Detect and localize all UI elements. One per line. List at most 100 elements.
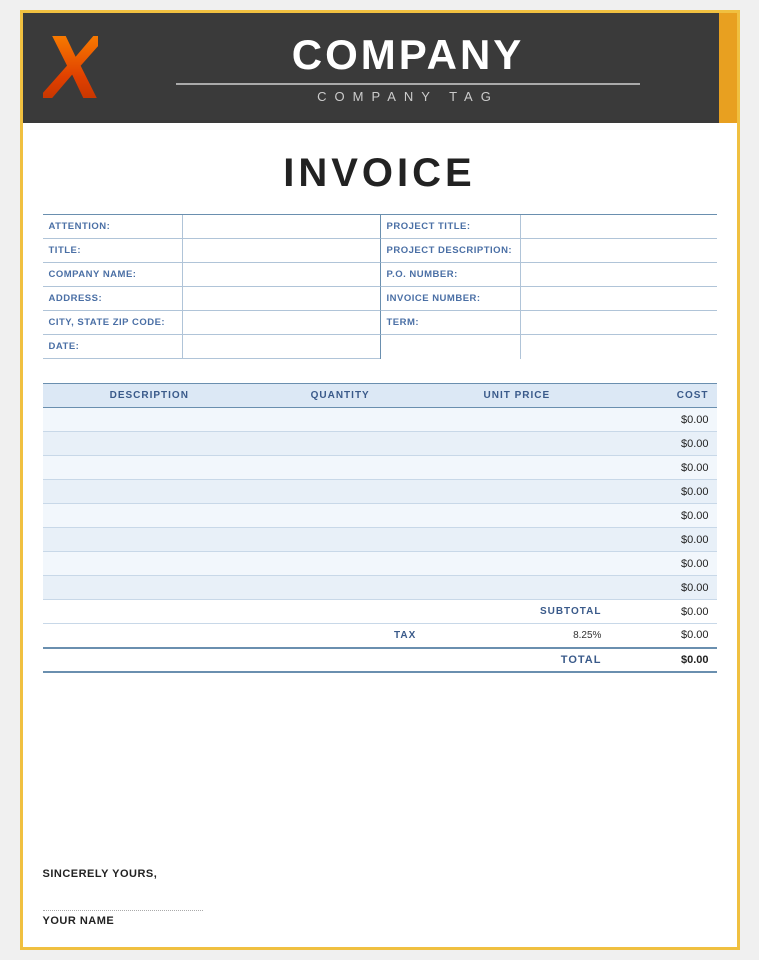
qty-8[interactable] (256, 576, 424, 600)
price-7[interactable] (424, 552, 609, 576)
price-1[interactable] (424, 408, 609, 432)
tax-label: TAX (256, 624, 424, 648)
qty-2[interactable] (256, 432, 424, 456)
table-row: $0.00 (43, 480, 717, 504)
desc-5[interactable] (43, 504, 257, 528)
company-name-label: COMPANY NAME: (43, 263, 183, 286)
invoice-num-value[interactable] (521, 287, 717, 310)
info-row-company-name: COMPANY NAME: (43, 263, 380, 287)
cost-8: $0.00 (609, 576, 716, 600)
header-accent (719, 13, 737, 123)
table-row: $0.00 (43, 504, 717, 528)
desc-3[interactable] (43, 456, 257, 480)
total-value: $0.00 (609, 648, 716, 672)
qty-1[interactable] (256, 408, 424, 432)
table-row: $0.00 (43, 552, 717, 576)
date-value[interactable] (183, 335, 380, 358)
project-title-label: PROJECT TITLE: (381, 215, 521, 238)
term-value[interactable] (521, 311, 717, 334)
total-row: TOTAL $0.00 (43, 648, 717, 672)
project-title-value[interactable] (521, 215, 717, 238)
company-info: COMPANY COMPANY TAG (98, 32, 699, 103)
cost-7: $0.00 (609, 552, 716, 576)
price-4[interactable] (424, 480, 609, 504)
table-row: $0.00 (43, 576, 717, 600)
qty-7[interactable] (256, 552, 424, 576)
sincerely-text: SINCERELY YOURS, (43, 868, 717, 880)
table-row: $0.00 (43, 432, 717, 456)
invoice-page: X COMPANY COMPANY TAG INVOICE ATTENTION:… (20, 10, 740, 950)
info-col-left: ATTENTION: TITLE: COMPANY NAME: ADDRESS:… (43, 215, 380, 359)
subtotal-label: SUBTOTAL (424, 600, 609, 624)
invoice-title: INVOICE (43, 151, 717, 196)
cost-6: $0.00 (609, 528, 716, 552)
info-row-city: CITY, STATE ZIP CODE: (43, 311, 380, 335)
company-name-value[interactable] (183, 263, 380, 286)
po-value[interactable] (521, 263, 717, 286)
cost-1: $0.00 (609, 408, 716, 432)
table-row: $0.00 (43, 408, 717, 432)
desc-4[interactable] (43, 480, 257, 504)
logo-x-icon: X (43, 23, 98, 113)
company-name: COMPANY (118, 32, 699, 78)
info-row-project-desc: PROJECT DESCRIPTION: (380, 239, 717, 263)
empty-value (521, 335, 717, 359)
qty-5[interactable] (256, 504, 424, 528)
desc-7[interactable] (43, 552, 257, 576)
cost-2: $0.00 (609, 432, 716, 456)
tax-rate: 8.25% (424, 624, 609, 648)
desc-6[interactable] (43, 528, 257, 552)
info-row-invoice-num: INVOICE NUMBER: (380, 287, 717, 311)
col-description: DESCRIPTION (43, 384, 257, 408)
subtotal-empty (43, 600, 425, 624)
cost-5: $0.00 (609, 504, 716, 528)
desc-2[interactable] (43, 432, 257, 456)
title-value[interactable] (183, 239, 380, 262)
total-empty (43, 648, 425, 672)
desc-8[interactable] (43, 576, 257, 600)
attention-value[interactable] (183, 215, 380, 238)
your-name: YOUR NAME (43, 915, 717, 927)
empty-label (381, 335, 521, 359)
qty-4[interactable] (256, 480, 424, 504)
table-row: $0.00 (43, 528, 717, 552)
company-tag: COMPANY TAG (118, 89, 699, 104)
table-row: $0.00 (43, 456, 717, 480)
info-row-po: P.O. NUMBER: (380, 263, 717, 287)
invoice-num-label: INVOICE NUMBER: (381, 287, 521, 310)
col-quantity: QUANTITY (256, 384, 424, 408)
price-8[interactable] (424, 576, 609, 600)
info-row-empty (380, 335, 717, 359)
items-section: DESCRIPTION QUANTITY UNIT PRICE COST $0.… (23, 369, 737, 854)
header: X COMPANY COMPANY TAG (23, 13, 737, 123)
info-col-right: PROJECT TITLE: PROJECT DESCRIPTION: P.O.… (380, 215, 717, 359)
logo-area: X (43, 23, 98, 113)
po-label: P.O. NUMBER: (381, 263, 521, 286)
col-unit-price: UNIT PRICE (424, 384, 609, 408)
subtotal-row: SUBTOTAL $0.00 (43, 600, 717, 624)
price-2[interactable] (424, 432, 609, 456)
info-section: ATTENTION: TITLE: COMPANY NAME: ADDRESS:… (23, 214, 737, 369)
subtotal-value: $0.00 (609, 600, 716, 624)
address-value[interactable] (183, 287, 380, 310)
tax-value: $0.00 (609, 624, 716, 648)
info-row-project-title: PROJECT TITLE: (380, 215, 717, 239)
price-6[interactable] (424, 528, 609, 552)
city-value[interactable] (183, 311, 380, 334)
info-row-date: DATE: (43, 335, 380, 359)
info-row-address: ADDRESS: (43, 287, 380, 311)
date-label: DATE: (43, 335, 183, 358)
attention-label: ATTENTION: (43, 215, 183, 238)
price-5[interactable] (424, 504, 609, 528)
price-3[interactable] (424, 456, 609, 480)
total-label: TOTAL (424, 648, 609, 672)
items-table: DESCRIPTION QUANTITY UNIT PRICE COST $0.… (43, 383, 717, 673)
table-header-row: DESCRIPTION QUANTITY UNIT PRICE COST (43, 384, 717, 408)
project-desc-label: PROJECT DESCRIPTION: (381, 239, 521, 262)
col-cost: COST (609, 384, 716, 408)
qty-6[interactable] (256, 528, 424, 552)
qty-3[interactable] (256, 456, 424, 480)
info-row-attention: ATTENTION: (43, 215, 380, 239)
project-desc-value[interactable] (521, 239, 717, 262)
desc-1[interactable] (43, 408, 257, 432)
